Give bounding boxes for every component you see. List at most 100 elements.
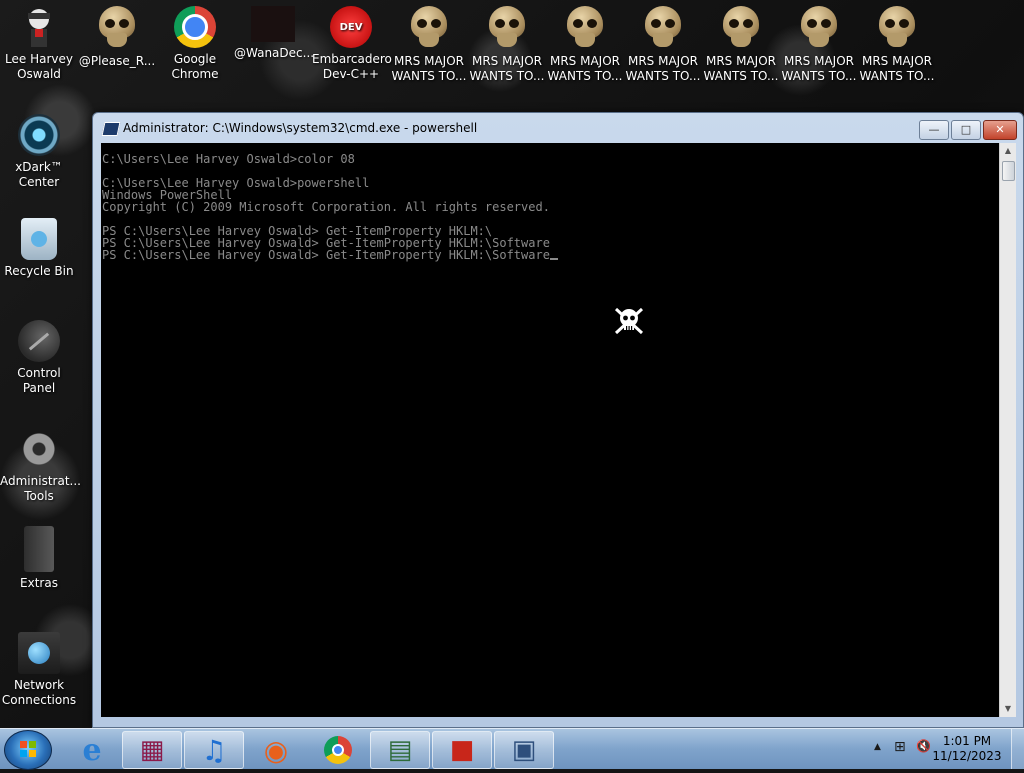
xdark-center-icon — [18, 114, 60, 156]
minimize-button[interactable]: — — [919, 120, 949, 140]
desktop-icon-label: Control Panel — [17, 366, 61, 395]
skull-icon — [799, 6, 839, 50]
dark-icon — [251, 6, 295, 42]
taskbar-firefox[interactable]: ◉ — [246, 731, 306, 769]
console-line: C:\Users\Lee Harvey Oswald>powershell — [102, 176, 370, 190]
show-hidden-icons-arrow-icon[interactable]: ▲ — [874, 742, 881, 752]
clock-date: 11/12/2023 — [932, 749, 1002, 763]
skull-icon — [409, 6, 449, 50]
desktop-icon-lee-harvey-oswald[interactable]: Lee Harvey Oswald — [0, 6, 78, 82]
taskbar-itunes[interactable]: ♫ — [184, 731, 244, 769]
console-line-text: PS C:\Users\Lee Harvey Oswald> Get-ItemP… — [102, 248, 550, 262]
scroll-down-arrow-icon[interactable]: ▼ — [1000, 701, 1016, 717]
skull-icon — [565, 6, 605, 50]
desktop-icon-label: Google Chrome — [171, 52, 219, 81]
user-folder-icon — [18, 6, 60, 48]
desktop-icon-label: xDark™ Center — [15, 160, 63, 189]
embarcadero-devcpp-icon: DEV — [330, 6, 372, 48]
desktop-icon-extras[interactable]: Extras — [0, 526, 78, 591]
close-button[interactable]: ✕ — [983, 120, 1017, 140]
desktop-icon-label: MRS MAJOR WANTS TO... — [781, 54, 857, 83]
desktop-icon-control-panel[interactable]: Control Panel — [0, 320, 78, 396]
vertical-scrollbar[interactable]: ▲ ▼ — [999, 143, 1016, 717]
recycle-bin-icon — [21, 218, 57, 260]
windows-logo-icon — [20, 741, 36, 757]
winrar-icon: ▦ — [139, 735, 165, 765]
clock-time: 1:01 PM — [942, 734, 992, 748]
scrollbar-thumb[interactable] — [1002, 161, 1015, 181]
desktop-icon-label: @Please_R... — [78, 54, 156, 68]
skull-icon — [721, 6, 761, 50]
desktop-icon-label: Administrat... Tools — [0, 474, 81, 503]
skull-icon — [487, 6, 527, 50]
desktop-icon-network-connections[interactable]: Network Connections — [0, 632, 78, 708]
desktop-icon-label: Embarcadero Dev-C++ — [312, 52, 392, 81]
window-title: Administrator: C:\Windows\system32\cmd.e… — [123, 121, 478, 135]
desktop-icon-please-r[interactable]: @Please_R... — [78, 6, 156, 69]
chrome-icon — [324, 736, 352, 764]
google-chrome-icon — [174, 6, 216, 48]
taskbar-internet-explorer[interactable]: e — [62, 731, 122, 769]
scroll-up-arrow-icon[interactable]: ▲ — [1000, 143, 1016, 159]
internet-explorer-icon: e — [82, 732, 102, 768]
desktop-icon-mrs-major-2[interactable]: MRS MAJOR WANTS TO... — [468, 6, 546, 84]
taskbar-clock[interactable]: 1:01 PM 11/12/2023 — [932, 734, 1002, 764]
cmd-window-icon: ▣ — [511, 735, 537, 765]
desktop-icon-recycle-bin[interactable]: Recycle Bin — [0, 218, 78, 279]
maximize-button[interactable]: □ — [951, 120, 981, 140]
console-line: Copyright (C) 2009 Microsoft Corporation… — [102, 200, 550, 214]
desktop-icon-mrs-major-5[interactable]: MRS MAJOR WANTS TO... — [702, 6, 780, 84]
desktop-icon-label: Extras — [20, 576, 58, 590]
gear-icon — [18, 428, 60, 470]
folder-icon — [24, 526, 54, 572]
desktop-icon-google-chrome[interactable]: Google Chrome — [156, 6, 234, 82]
volume-muted-icon[interactable]: 🔇 — [916, 739, 931, 753]
desktop-icon-label: MRS MAJOR WANTS TO... — [469, 54, 545, 83]
taskbar-toolbox[interactable]: ■ — [432, 731, 492, 769]
desktop-icon-xdark-center[interactable]: xDark™ Center — [0, 114, 78, 190]
cmd-app-icon[interactable] — [101, 122, 121, 136]
control-panel-icon — [18, 320, 60, 362]
console-output[interactable]: C:\Users\Lee Harvey Oswald>color 08 C:\U… — [101, 143, 999, 717]
skull-crossbones-cursor-icon — [614, 307, 644, 335]
system-tray: ▲ ⊞ 🔇 1:01 PM 11/12/2023 — [864, 729, 1024, 769]
window-titlebar[interactable]: Administrator: C:\Windows\system32\cmd.e… — [93, 113, 1023, 143]
network-globe-icon — [18, 632, 60, 674]
start-button[interactable] — [4, 730, 52, 770]
taskbar-cmd-window[interactable]: ▣ — [494, 731, 554, 769]
cmd-window[interactable]: Administrator: C:\Windows\system32\cmd.e… — [92, 112, 1024, 728]
firefox-icon: ◉ — [263, 733, 289, 767]
desktop-icon-label: MRS MAJOR WANTS TO... — [625, 54, 701, 83]
desktop-icon-mrs-major-7[interactable]: MRS MAJOR WANTS TO... — [858, 6, 936, 84]
desktop-icon-label: Lee Harvey Oswald — [5, 52, 73, 81]
text-cursor — [549, 258, 558, 260]
skull-icon — [97, 6, 137, 50]
console-line: C:\Users\Lee Harvey Oswald>color 08 — [102, 152, 355, 166]
desktop-icon-label: MRS MAJOR WANTS TO... — [703, 54, 779, 83]
system-monitor-icon: ▤ — [387, 735, 413, 765]
taskbar: e ▦ ♫ ◉ ▤ ■ ▣ ▲ ⊞ 🔇 1:01 PM 11/12/2023 — [0, 728, 1024, 770]
itunes-icon: ♫ — [201, 733, 227, 767]
desktop-icon-mrs-major-6[interactable]: MRS MAJOR WANTS TO... — [780, 6, 858, 84]
desktop-icon-label: Network Connections — [1, 678, 77, 707]
desktop-icon-label: MRS MAJOR WANTS TO... — [391, 54, 467, 83]
desktop-icon-mrs-major-1[interactable]: MRS MAJOR WANTS TO... — [390, 6, 468, 84]
show-desktop-button[interactable] — [1011, 729, 1024, 769]
desktop-icon-label: MRS MAJOR WANTS TO... — [547, 54, 623, 83]
desktop-icon-label: @WanaDec... — [234, 46, 315, 60]
taskbar-system-monitor[interactable]: ▤ — [370, 731, 430, 769]
skull-icon — [643, 6, 683, 50]
desktop-icon-label: MRS MAJOR WANTS TO... — [859, 54, 935, 83]
desktop-icon-embarcadero-devcpp[interactable]: DEV Embarcadero Dev-C++ — [312, 6, 392, 82]
desktop-icon-wanadec[interactable]: @WanaDec... — [234, 6, 315, 61]
console-line-active: PS C:\Users\Lee Harvey Oswald> Get-ItemP… — [101, 249, 999, 261]
toolbox-icon: ■ — [449, 735, 475, 765]
desktop-icon-mrs-major-4[interactable]: MRS MAJOR WANTS TO... — [624, 6, 702, 84]
desktop-icon-administrative-tools[interactable]: Administrat... Tools — [0, 428, 81, 504]
desktop-icon-label: Recycle Bin — [4, 264, 74, 278]
taskbar-winrar[interactable]: ▦ — [122, 731, 182, 769]
network-tray-icon[interactable]: ⊞ — [894, 739, 906, 755]
taskbar-chrome[interactable] — [308, 731, 368, 769]
skull-icon — [877, 6, 917, 50]
desktop-icon-mrs-major-3[interactable]: MRS MAJOR WANTS TO... — [546, 6, 624, 84]
